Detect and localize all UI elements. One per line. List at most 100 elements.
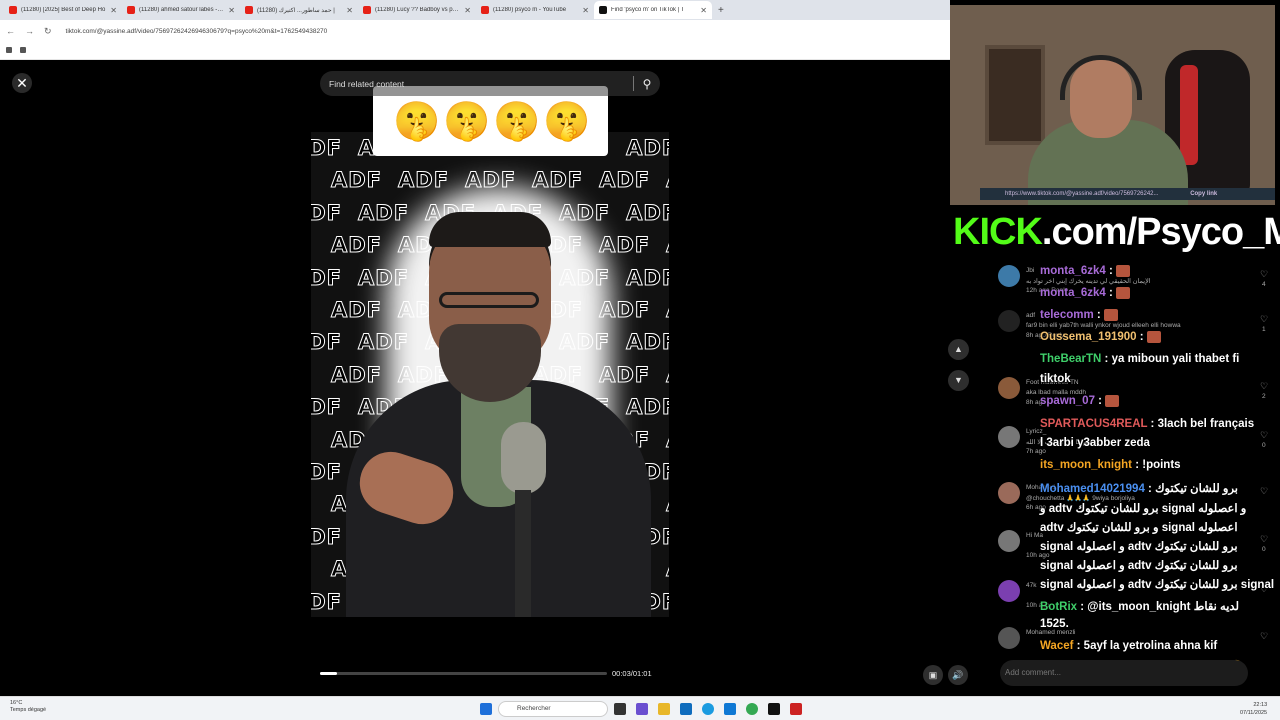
tab-close-icon[interactable]: ✕	[110, 6, 117, 15]
chat-username[interactable]: monta_6zk4	[1040, 265, 1106, 277]
chat-message: و adtv برو للشان تيكتوك signal و اعصلوله	[1040, 501, 1246, 515]
chat-message: spawn_07 :	[1040, 395, 1120, 407]
edge-icon[interactable]	[702, 703, 714, 715]
search-icon[interactable]: ⚲	[634, 77, 660, 91]
browser-tab[interactable]: Find 'psyco m' on TikTok | T ✕	[594, 1, 712, 19]
back-icon[interactable]: ←	[6, 26, 15, 36]
taskview-icon[interactable]	[614, 703, 626, 715]
watermark-text: ADF	[311, 589, 343, 614]
avatar[interactable]	[998, 627, 1020, 649]
add-comment-field[interactable]: Add comment...	[1000, 660, 1248, 686]
app-icon[interactable]	[790, 703, 802, 715]
chrome-icon[interactable]	[746, 703, 758, 715]
avatar[interactable]	[998, 265, 1020, 287]
watermark-text: ADF	[666, 492, 669, 517]
chat-username[interactable]: spawn_07	[1040, 395, 1095, 407]
avatar[interactable]	[998, 426, 1020, 448]
store-icon[interactable]	[680, 703, 692, 715]
clock-date: 07/11/2025	[1240, 710, 1268, 716]
related-search-bar[interactable]: Find related content ⚲	[320, 71, 660, 96]
next-video-button[interactable]: ▼	[948, 370, 969, 391]
browser-tab[interactable]: (11280) Lucy ?? Badboy vs psyc ✕	[358, 1, 476, 19]
tab-close-icon[interactable]: ✕	[464, 6, 471, 15]
heart-icon[interactable]: ♡	[1260, 314, 1268, 325]
system-clock[interactable]: 22:13 07/11/2025	[1240, 701, 1267, 717]
comment-author[interactable]: Jbi	[1026, 267, 1034, 274]
heart-icon[interactable]: ♡	[1260, 534, 1268, 545]
avatar[interactable]	[998, 580, 1020, 602]
avatar[interactable]	[998, 482, 1020, 504]
chat-text: signal و اعصلوله adtv برو للشان تيكتوك	[1040, 560, 1238, 572]
reload-icon[interactable]: ↻	[44, 26, 52, 37]
heart-icon[interactable]: ♡	[1260, 269, 1268, 280]
tab-close-icon[interactable]: ✕	[582, 6, 589, 15]
start-icon[interactable]	[480, 703, 492, 715]
chat-message: tiktok	[1040, 373, 1071, 385]
heart-icon[interactable]: ♡	[1260, 430, 1268, 441]
like-count: 0	[1262, 442, 1266, 449]
comment-author[interactable]: adf	[1026, 312, 1035, 319]
tab-close-icon[interactable]: ✕	[700, 6, 707, 15]
outlook-icon[interactable]	[724, 703, 736, 715]
chat-username[interactable]: telecomm	[1040, 309, 1094, 321]
avatar[interactable]	[998, 377, 1020, 399]
chat-username[interactable]: BotRix	[1040, 601, 1077, 613]
weather-desc: Temps dégagé	[10, 707, 47, 713]
video-progress-bar[interactable]	[320, 672, 607, 675]
volume-icon[interactable]: 🔊	[948, 665, 968, 685]
new-tab-button[interactable]: +	[718, 5, 724, 16]
comment-meta: 7h ago	[1026, 448, 1046, 455]
grid-icon[interactable]	[20, 47, 26, 53]
comment-author[interactable]: Mohamed menzli	[1026, 629, 1076, 636]
weather-widget[interactable]: 16°C Temps dégagé	[10, 700, 46, 714]
watermark-text: ADF	[599, 168, 651, 193]
watermark-text: ADF	[666, 362, 669, 387]
windows-taskbar: 16°C Temps dégagé Rechercher 22:13 07/11…	[0, 696, 1280, 720]
tiktok-url-text: https://www.tiktok.com/@yassine.adf/vide…	[1005, 191, 1159, 197]
heart-icon[interactable]: ♡	[1260, 631, 1268, 642]
tab-close-icon[interactable]: ✕	[346, 6, 353, 15]
browser-tab[interactable]: (11280) ahmed satour labes - Yo ✕	[122, 1, 240, 19]
previous-video-button[interactable]: ▲	[948, 339, 969, 360]
chat-username[interactable]: monta_6zk4	[1040, 287, 1106, 299]
watermark-text: ADF	[626, 200, 669, 225]
video-player[interactable]: ADF ADF ADF ADF ADF ADF ADF ADF ADF ADF ADF ADF ADF A…	[311, 132, 669, 617]
watermark-text: ADF	[599, 233, 651, 258]
chat-username[interactable]: its_moon_knight	[1040, 459, 1132, 471]
browser-tab[interactable]: (11280) [2025] Best of Deep Ho ✕	[4, 1, 122, 19]
heart-icon[interactable]: ♡	[1260, 486, 1268, 497]
speaker-hair-top	[429, 212, 551, 247]
tab-close-icon[interactable]: ✕	[228, 6, 235, 15]
chat-message: l 3arbi y3abber zeda	[1040, 437, 1150, 449]
avatar[interactable]	[998, 530, 1020, 552]
pip-icon[interactable]: ▣	[923, 665, 943, 685]
close-button[interactable]: ✕	[12, 73, 32, 93]
teams-icon[interactable]	[636, 703, 648, 715]
chat-message: monta_6zk4 :	[1040, 287, 1131, 299]
heart-icon[interactable]: ♡	[1260, 381, 1268, 392]
shush-emoji: 🤫	[443, 99, 491, 143]
emote-icon	[1146, 331, 1161, 343]
browser-tab[interactable]: (11280) psyco m - YouTube ✕	[476, 1, 594, 19]
explorer-icon[interactable]	[658, 703, 670, 715]
chat-username[interactable]: Mohamed14021994	[1040, 483, 1145, 495]
obs-icon[interactable]	[768, 703, 780, 715]
tab-strip: (11280) [2025] Best of Deep Ho ✕ (11280) a…	[0, 0, 950, 20]
chat-username[interactable]: Oussema_191900	[1040, 331, 1137, 343]
avatar[interactable]	[998, 310, 1020, 332]
comment-author[interactable]: 47k	[1026, 582, 1036, 589]
chat-username[interactable]: SPARTACUS4REAL	[1040, 418, 1147, 430]
taskbar-search[interactable]: Rechercher	[498, 701, 608, 717]
apps-icon[interactable]	[6, 47, 12, 53]
chat-username[interactable]: TheBearTN	[1040, 353, 1101, 365]
chat-username[interactable]: Wacef	[1040, 640, 1073, 652]
chat-text: : 5ayf la yetrolina ahna kif	[1073, 640, 1218, 652]
chat-message: telecomm :	[1040, 309, 1118, 321]
forward-icon[interactable]: →	[25, 26, 34, 36]
search-input[interactable]: Find related content	[320, 79, 633, 89]
address-bar[interactable]: tiktok.com/@yassine.adf/video/7569726242…	[66, 28, 328, 35]
chat-text: : برو للشان تيكتوك	[1144, 483, 1238, 495]
chat-text: signal و اعصلوله adtv برو للشان تيكتوك	[1040, 541, 1238, 553]
comment-text: far9 bin elli yab7th walli ynkor wjoud e…	[1026, 322, 1181, 329]
browser-tab[interactable]: (11280) حمد ساطور... اكتيرك | ✕	[240, 1, 358, 19]
